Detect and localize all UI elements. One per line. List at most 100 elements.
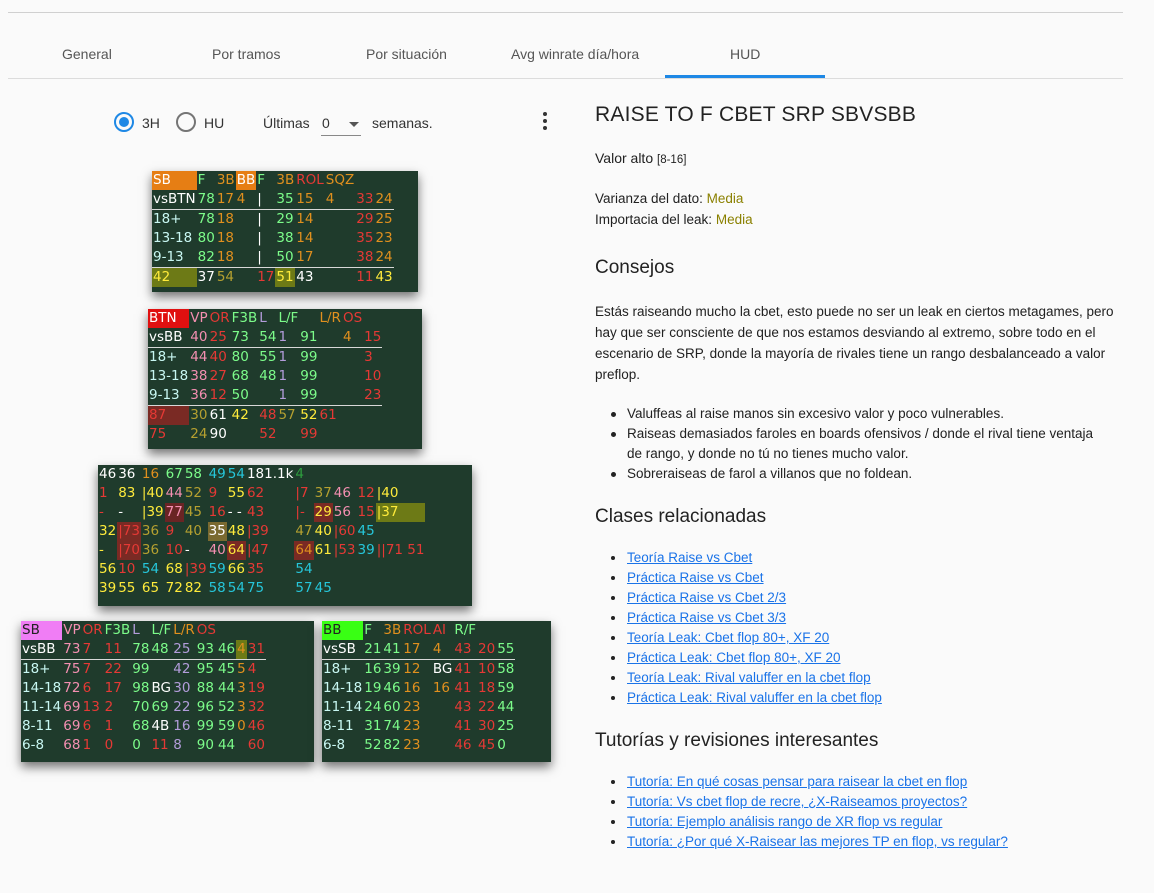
- hud-stat: BG: [151, 680, 171, 696]
- hud-stat: |60: [333, 523, 356, 539]
- hud-stat: 20: [478, 641, 496, 657]
- hud-stat: 70: [132, 699, 150, 715]
- hud-stat: 58: [496, 659, 516, 679]
- clase-link[interactable]: Práctica Raise vs Cbet 3/3: [627, 610, 786, 625]
- hud-stat: 57: [295, 580, 313, 596]
- table-row: vsBB 73 7 11 78 48 25 93 46 4 31: [21, 640, 266, 660]
- hud-stat: BB: [235, 171, 257, 190]
- hud-stat: 25: [173, 641, 191, 657]
- hud-stat: 7: [81, 659, 104, 679]
- hud-stat: 0: [237, 718, 246, 734]
- clase-link[interactable]: Teoría Raise vs Cbet: [627, 550, 752, 565]
- hud-stat: 41: [383, 641, 401, 657]
- hud-stat: 7: [82, 641, 92, 657]
- hud-stat: vsBTN: [153, 191, 196, 207]
- hud-stat: 45: [184, 504, 203, 520]
- table-row: 18+ 75 7 22 99 42 95 45 5 4: [21, 659, 266, 679]
- hud-stat: 9-13: [153, 249, 184, 265]
- hud-stat: 23: [375, 230, 393, 246]
- hud-stat: 35: [246, 561, 265, 577]
- hud-stat: 90: [196, 737, 214, 753]
- hud-stat: 75: [62, 659, 82, 679]
- tutoria-link[interactable]: Tutoría: En qué cosas pensar para raisea…: [627, 774, 967, 789]
- tab-avg-winrate[interactable]: Avg winrate día/hora: [511, 46, 639, 62]
- hud-stat: 68: [231, 368, 249, 384]
- list-item: Práctica Leak: Cbet flop 80+, XF 20: [609, 648, 882, 668]
- table-row: 14-18 19 46 16 16 41 18 59: [322, 679, 515, 698]
- hud-stat: |70: [117, 541, 141, 560]
- weeks-select[interactable]: 0: [321, 113, 361, 136]
- hud-stat: |: [257, 191, 262, 207]
- hud-table: SB F 3B BB F 3B ROL SQZ vsBTN 78 17 4 | 35 15 4 33 24 18+ 7…: [152, 171, 394, 287]
- list-item: Teoría Leak: Cbet flop 80+, XF 20: [609, 628, 882, 648]
- hud-stat: 24: [375, 249, 393, 265]
- hud-stat: 25: [209, 329, 227, 345]
- clase-link[interactable]: Práctica Raise vs Cbet 2/3: [627, 590, 786, 605]
- hud-stat: [357, 560, 376, 579]
- hud-stat: 3B: [383, 622, 402, 638]
- hud-stat: 16: [432, 680, 450, 696]
- hud-stat: OS: [342, 310, 363, 326]
- tutoria-link[interactable]: Tutoría: ¿Por qué X-Raisear las mejores …: [627, 834, 1008, 849]
- consejos-heading: Consejos: [595, 257, 675, 278]
- hud-stat: 14: [296, 230, 314, 246]
- importancia-label: Importacia del leak:: [595, 212, 713, 227]
- hud-stat: 23: [364, 387, 382, 403]
- hud-stat: 4: [236, 640, 247, 660]
- hud-stat: 10: [364, 368, 382, 384]
- list-item: Práctica Raise vs Cbet 3/3: [609, 608, 882, 628]
- hud-stat: 59: [497, 680, 515, 696]
- hud-stat: 6: [82, 680, 92, 696]
- clase-link[interactable]: Teoría Leak: Cbet flop 80+, XF 20: [627, 630, 829, 645]
- list-item: Práctica Raise vs Cbet: [609, 568, 882, 588]
- hud-stat: 42: [152, 267, 197, 287]
- varianza-label: Varianza del dato:: [595, 191, 703, 206]
- hud-stat: 25: [374, 209, 394, 229]
- valor-line: Valor alto [8-16]: [595, 150, 686, 166]
- tutoria-link[interactable]: Tutoría: Ejemplo análisis rango de XR fl…: [627, 814, 942, 829]
- clase-link[interactable]: Práctica Leak: Rival valuffer en la cbet…: [627, 690, 882, 705]
- hud-stat: 35: [356, 230, 374, 246]
- hud-stat: |: [257, 249, 262, 265]
- hud-stat: 48: [151, 641, 169, 657]
- table-row: 56 10 54 68 |39 59 66 35 54: [98, 560, 425, 579]
- hud-stat: BB: [322, 621, 364, 640]
- hud-stat: 10: [118, 561, 136, 577]
- clase-link[interactable]: Práctica Leak: Cbet flop 80+, XF 20: [627, 650, 841, 665]
- radio-3h[interactable]: [114, 112, 134, 132]
- hud-sb-vs-btn: SB F 3B BB F 3B ROL SQZ vsBTN 78 17 4 | 35 15 4 33 24 18+ 7…: [152, 171, 418, 292]
- valor-range: [8-16]: [657, 154, 687, 166]
- hud-stat: 52: [364, 737, 382, 753]
- tutoria-link[interactable]: Tutoría: Vs cbet flop de recre, ¿X-Raise…: [627, 794, 967, 809]
- clase-link[interactable]: Teoría Leak: Rival valuffer en la cbet f…: [627, 670, 871, 685]
- tab-hud[interactable]: HUD: [730, 46, 760, 62]
- dropdown-arrow-icon: [349, 122, 359, 127]
- hud-stat: 22: [103, 659, 132, 679]
- table-row: 75 24 90 52 99: [148, 425, 382, 444]
- table-row: BTN VP OR F3B L L/F L/R OS: [148, 309, 382, 328]
- hud-stat: L/R: [319, 310, 341, 326]
- consejos-text: Estás raiseando mucho la cbet, esto pued…: [595, 304, 1114, 382]
- more-options-icon[interactable]: [539, 112, 551, 130]
- table-row: 13-18 38 27 68 48 1 99 10: [148, 367, 382, 386]
- hud-stat: 16: [403, 680, 421, 696]
- hud-stat: |37: [375, 503, 426, 522]
- hud-stat: 64: [226, 541, 246, 560]
- tab-general[interactable]: General: [62, 46, 112, 62]
- hud-stat: 96: [196, 699, 214, 715]
- radio-hu[interactable]: [176, 112, 196, 132]
- hud-stat: -: [118, 504, 124, 520]
- hud-stat: R/F: [454, 622, 477, 638]
- hud-stat: 55: [258, 347, 278, 367]
- hud-stat: 44: [497, 699, 515, 715]
- tab-por-situacion[interactable]: Por situación: [366, 46, 447, 62]
- hud-stat: 18+: [152, 209, 197, 229]
- hud-stat: 25: [497, 718, 515, 734]
- hud-stat: F: [364, 622, 372, 638]
- hud-stat: [363, 405, 383, 425]
- clase-link[interactable]: Práctica Raise vs Cbet: [627, 570, 764, 585]
- hud-stat: 24: [375, 191, 393, 207]
- tab-por-tramos[interactable]: Por tramos: [212, 46, 280, 62]
- hud-stat: [325, 248, 355, 268]
- hud-stat: 17: [216, 191, 235, 207]
